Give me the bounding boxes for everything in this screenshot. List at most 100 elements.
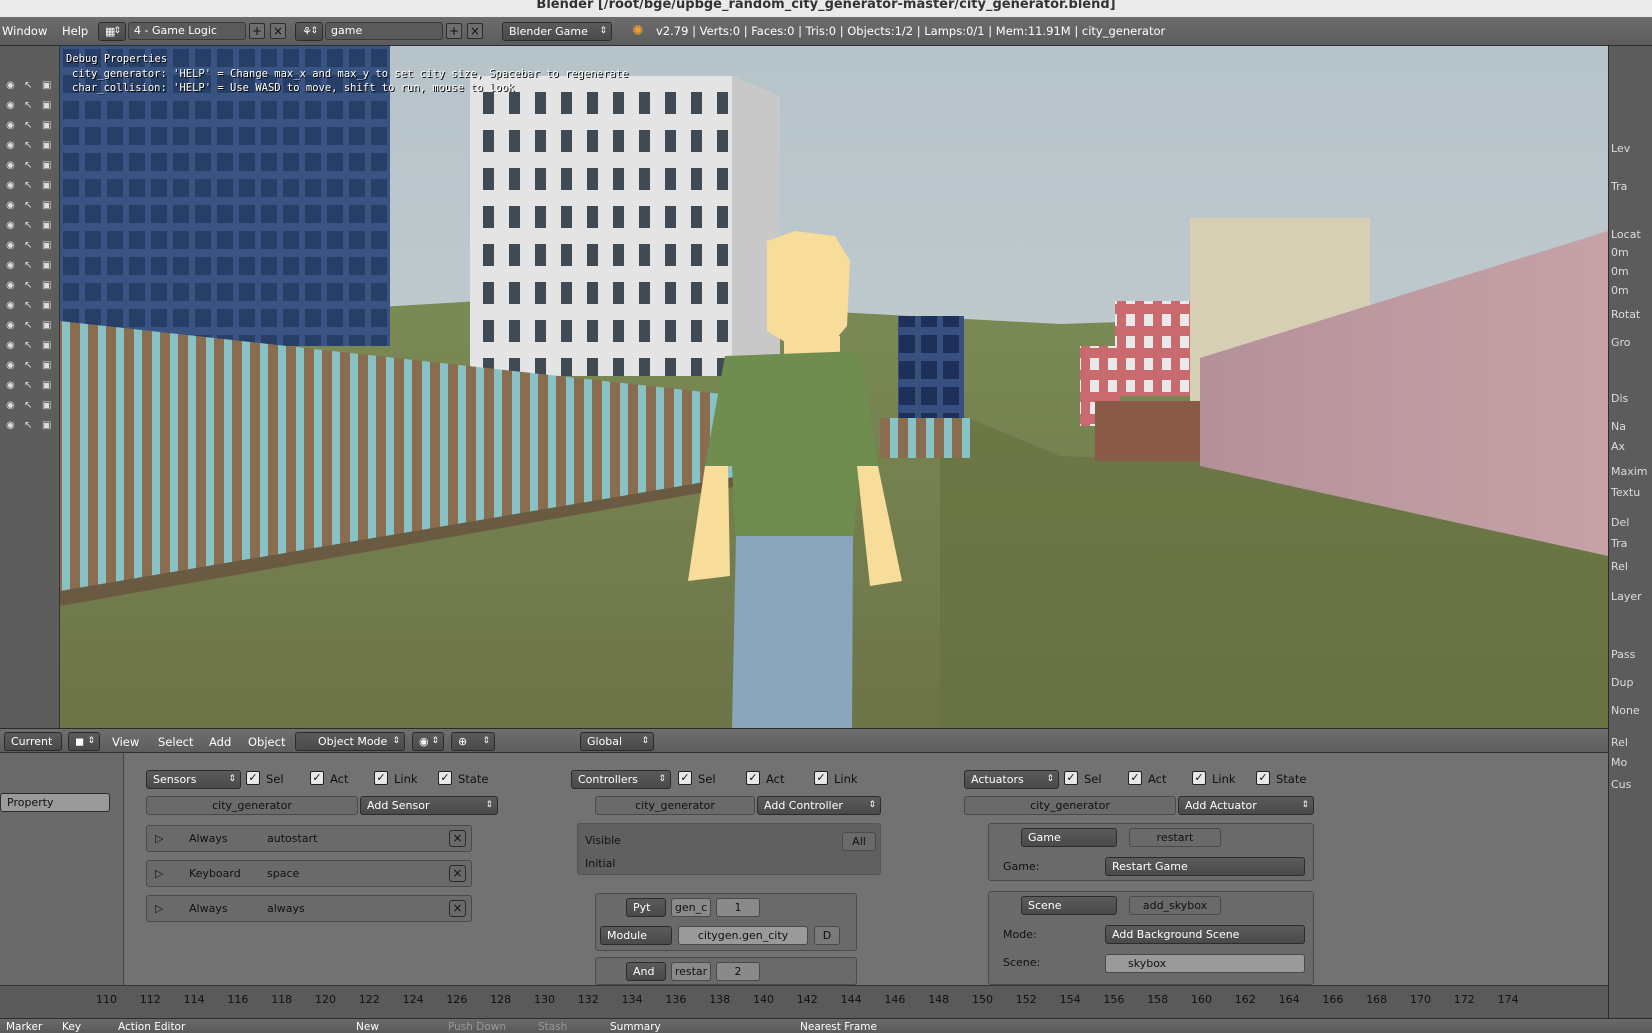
actuator-name[interactable]: restart [1129,828,1221,847]
camera-icon[interactable]: ▣ [42,80,51,91]
camera-icon[interactable]: ▣ [42,320,51,331]
actuator-type-dropdown[interactable]: Scene [1021,896,1117,915]
camera-icon[interactable]: ▣ [42,240,51,251]
eye-icon[interactable]: ◉ [6,420,15,431]
menu-view[interactable]: View [112,735,139,749]
controller-state[interactable]: 1 [716,898,760,917]
eye-icon[interactable]: ◉ [6,120,15,131]
properties-item[interactable]: Maxim [1611,465,1648,478]
menu-window[interactable]: Window [2,24,47,38]
menu-select[interactable]: Select [158,735,193,749]
sensors-link-checkbox[interactable]: ✓ [374,771,388,785]
cursor-icon[interactable]: ↖ [24,120,32,131]
properties-item[interactable]: Layer [1611,590,1642,603]
menu-object[interactable]: Object [248,735,285,749]
camera-icon[interactable]: ▣ [42,140,51,151]
outliner-row[interactable]: ◉ ↖ ▣ [2,100,58,118]
eye-icon[interactable]: ◉ [6,300,15,311]
properties-item[interactable]: Mo [1611,756,1627,769]
scene-mode-dropdown[interactable]: Add Background Scene [1105,925,1305,944]
controller-type-dropdown[interactable]: Pyt [626,898,666,917]
sensor-brick[interactable]: ▷ Always autostart × [146,825,472,852]
outliner-row[interactable]: ◉ ↖ ▣ [2,220,58,238]
controller-name[interactable]: restar [671,962,711,981]
camera-icon[interactable]: ▣ [42,260,51,271]
cursor-icon[interactable]: ↖ [24,260,32,271]
properties-item[interactable]: Rel [1611,560,1628,573]
controller-type-dropdown[interactable]: And [626,962,666,981]
add-screen-icon[interactable]: + [249,23,265,39]
controller-state[interactable]: 2 [716,962,760,981]
camera-icon[interactable]: ▣ [42,400,51,411]
menu-add[interactable]: Add [209,735,231,749]
sensor-brick[interactable]: ▷ Always always × [146,895,472,922]
cursor-icon[interactable]: ↖ [24,80,32,91]
actuators-dropdown[interactable]: Actuators ⇕ [964,770,1059,789]
outliner-row[interactable]: ◉ ↖ ▣ [2,300,58,318]
timeline-ruler[interactable]: 110 112 114 116 118 120 122 124 126 128 130 132 134 1… [0,985,1608,1018]
properties-item[interactable]: Gro [1611,336,1631,349]
camera-icon[interactable]: ▣ [42,200,51,211]
scene-target-field[interactable]: skybox [1105,954,1305,973]
snap-mode-dropdown[interactable]: Nearest Frame [800,1021,877,1033]
properties-item[interactable]: None [1611,704,1640,717]
cursor-icon[interactable]: ↖ [24,420,32,431]
outliner-row[interactable]: ◉ ↖ ▣ [2,280,58,298]
outliner-row[interactable]: ◉ ↖ ▣ [2,160,58,178]
remove-screen-icon[interactable]: × [270,23,286,39]
camera-icon[interactable]: ▣ [42,160,51,171]
outliner-row[interactable]: ◉ ↖ ▣ [2,380,58,398]
scene-actuator-brick[interactable]: Scene add_skybox Mode: Add Background Sc… [988,891,1314,985]
properties-item[interactable]: Textu [1611,486,1640,499]
add-actuator-dropdown[interactable]: Add Actuator ⇕ [1178,796,1314,815]
outliner-row[interactable]: ◉ ↖ ▣ [2,200,58,218]
outliner-row[interactable]: ◉ ↖ ▣ [2,260,58,278]
properties-item[interactable]: Pass [1611,648,1635,661]
controllers-act-checkbox[interactable]: ✓ [746,771,760,785]
properties-item[interactable]: Tra [1611,537,1627,550]
properties-item[interactable]: Cus [1611,778,1631,791]
outliner-row[interactable]: ◉ ↖ ▣ [2,240,58,258]
all-states-button[interactable]: All [842,832,876,851]
actuators-link-checkbox[interactable]: ✓ [1192,771,1206,785]
new-action-button[interactable]: New [356,1021,379,1033]
stash-button[interactable]: Stash [538,1021,567,1033]
sensors-dropdown[interactable]: Sensors ⇕ [146,770,241,789]
eye-icon[interactable]: ◉ [6,220,15,231]
eye-icon[interactable]: ◉ [6,200,15,211]
eye-icon[interactable]: ◉ [6,380,15,391]
camera-icon[interactable]: ▣ [42,220,51,231]
orientation-dropdown[interactable]: Global ⇕ [580,732,654,751]
cursor-icon[interactable]: ↖ [24,240,32,251]
controllers-link-checkbox[interactable]: ✓ [814,771,828,785]
python-module-field[interactable]: citygen.gen_city [678,926,808,945]
actuator-type-dropdown[interactable]: Game [1021,828,1117,847]
eye-icon[interactable]: ◉ [6,100,15,111]
controller-name[interactable]: gen_c [671,898,711,917]
actuators-sel-checkbox[interactable]: ✓ [1064,771,1078,785]
eye-icon[interactable]: ◉ [6,360,15,371]
sensor-brick[interactable]: ▷ Keyboard space × [146,860,472,887]
editor-type-icon[interactable]: ◼ ⇕ [68,732,100,751]
sensors-state-checkbox[interactable]: ✓ [438,771,452,785]
actuator-name[interactable]: add_skybox [1129,896,1221,915]
add-scene-icon[interactable]: + [446,23,462,39]
camera-icon[interactable]: ▣ [42,280,51,291]
object-mode-dropdown[interactable]: Object Mode ⇕ [295,732,405,751]
screen-layout-field[interactable]: 4 - Game Logic [128,22,246,40]
sensors-act-checkbox[interactable]: ✓ [310,771,324,785]
cursor-icon[interactable]: ↖ [24,140,32,151]
current-selector[interactable]: Current S [4,732,62,751]
eye-icon[interactable]: ◉ [6,340,15,351]
eye-icon[interactable]: ◉ [6,140,15,151]
properties-item[interactable]: 0m [1611,246,1629,259]
eye-icon[interactable]: ◉ [6,160,15,171]
pivot-icon[interactable]: ⊕ ⇕ [451,732,495,751]
cursor-icon[interactable]: ↖ [24,340,32,351]
eye-icon[interactable]: ◉ [6,320,15,331]
python-controller-brick[interactable]: Pyt gen_c 1 Module citygen.gen_city D [595,893,857,951]
outliner-row[interactable]: ◉ ↖ ▣ [2,120,58,138]
outliner-row[interactable]: ◉ ↖ ▣ [2,80,58,98]
debug-toggle[interactable]: D [814,926,840,945]
scene-icon[interactable]: ⚘ ⇕ [295,22,323,41]
